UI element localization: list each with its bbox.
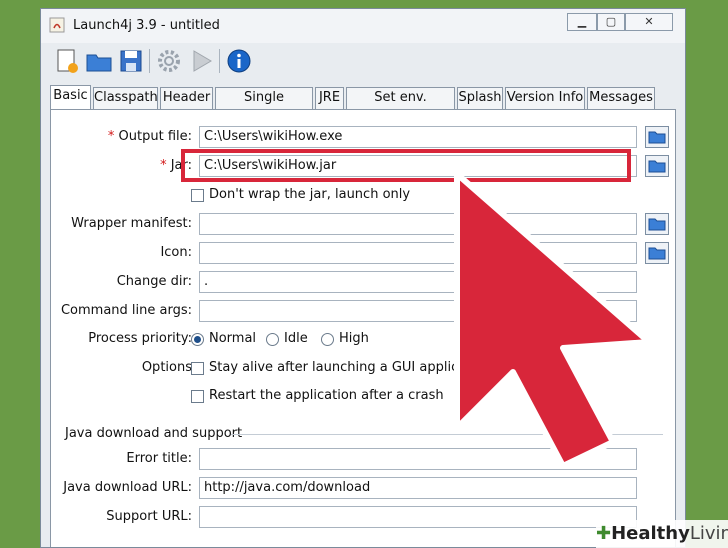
stay-alive-checkbox[interactable]: [191, 362, 204, 375]
basic-panel: * Output file: C:\Users\wikiHow.exe * Ja…: [50, 109, 676, 547]
tab-single-instance[interactable]: Single instance: [215, 87, 313, 125]
wrapper-manifest-field[interactable]: [199, 213, 637, 235]
tab-jre[interactable]: JRE: [315, 87, 344, 109]
error-title-field[interactable]: [199, 448, 637, 470]
browse-output-button[interactable]: [645, 126, 669, 148]
new-file-icon[interactable]: [53, 47, 81, 75]
close-button[interactable]: ✕: [625, 13, 673, 31]
change-dir-label: Change dir:: [116, 274, 192, 289]
maximize-icon: ▢: [605, 15, 617, 28]
priority-high-label: High: [339, 331, 369, 346]
icon-label: Icon:: [160, 245, 192, 260]
toolbar-separator: [149, 49, 150, 73]
healthy-living-watermark: ✚HealthyLiving: [596, 520, 728, 548]
jar-label: * Jar:: [160, 158, 192, 173]
open-folder-icon: [648, 218, 666, 231]
leaf-icon: ✚: [596, 523, 612, 544]
save-icon[interactable]: [117, 47, 145, 75]
watermark-suffix: Living: [689, 523, 728, 544]
java-download-url-label: Java download URL:: [63, 480, 192, 495]
app-icon: [49, 17, 65, 33]
maximize-button[interactable]: ▢: [597, 13, 625, 31]
minimize-button[interactable]: ▁: [567, 13, 597, 31]
support-url-label: Support URL:: [106, 509, 192, 524]
options-label: Options: [141, 360, 192, 375]
tab-basic[interactable]: Basic: [50, 85, 91, 109]
launch4j-window: Launch4j 3.9 - untitled ▁ ▢ ✕ Basic Clas…: [40, 8, 686, 548]
priority-normal-label: Normal: [209, 331, 257, 346]
tab-classpath[interactable]: Classpath: [93, 87, 158, 109]
command-line-args-label: Command line args:: [60, 303, 192, 318]
info-icon[interactable]: [225, 47, 253, 75]
watermark-brand: Healthy: [611, 523, 690, 544]
tab-messages[interactable]: Messages: [587, 87, 655, 109]
tab-header[interactable]: Header: [160, 87, 213, 109]
priority-idle-label: Idle: [284, 331, 308, 346]
priority-high-radio[interactable]: [321, 333, 334, 346]
dont-wrap-checkbox[interactable]: [191, 189, 204, 202]
browse-jar-button[interactable]: [645, 155, 669, 177]
open-folder-icon[interactable]: [85, 47, 113, 75]
section-divider: [231, 434, 663, 435]
change-dir-field[interactable]: .: [199, 271, 637, 293]
error-title-label: Error title:: [126, 451, 192, 466]
close-icon: ✕: [644, 15, 654, 28]
restart-checkbox[interactable]: [191, 390, 204, 403]
process-priority-label: Process priority:: [88, 331, 192, 346]
restart-label: Restart the application after a crash: [209, 388, 444, 403]
browse-manifest-button[interactable]: [645, 213, 669, 235]
browse-icon-button[interactable]: [645, 242, 669, 264]
open-folder-icon: [648, 160, 666, 173]
play-icon[interactable]: [187, 47, 215, 75]
toolbar: [41, 43, 685, 81]
minimize-icon: ▁: [577, 15, 587, 28]
java-section-title: Java download and support: [65, 426, 243, 441]
priority-normal-radio[interactable]: [191, 333, 204, 346]
wrapper-manifest-label: Wrapper manifest:: [71, 216, 192, 231]
dont-wrap-label: Don't wrap the jar, launch only: [209, 187, 411, 202]
java-download-url-field[interactable]: http://java.com/download: [199, 477, 637, 499]
tab-set-env-variables[interactable]: Set env. variables: [346, 87, 455, 125]
support-url-field[interactable]: [199, 506, 637, 528]
jar-field[interactable]: C:\Users\wikiHow.jar: [199, 155, 637, 177]
toolbar-separator: [219, 49, 220, 73]
open-folder-icon: [648, 247, 666, 260]
title-bar: Launch4j 3.9 - untitled ▁ ▢ ✕: [41, 9, 685, 43]
gear-icon[interactable]: [155, 47, 183, 75]
output-file-field[interactable]: C:\Users\wikiHow.exe: [199, 126, 637, 148]
stay-alive-label: Stay alive after launching a GUI applica…: [209, 360, 492, 375]
tab-splash[interactable]: Splash: [457, 87, 503, 109]
open-folder-icon: [648, 131, 666, 144]
tab-version-info[interactable]: Version Info: [505, 87, 585, 109]
window-title: Launch4j 3.9 - untitled: [73, 18, 220, 33]
icon-field[interactable]: [199, 242, 637, 264]
output-file-label: * Output file:: [107, 129, 192, 144]
priority-idle-radio[interactable]: [266, 333, 279, 346]
command-line-args-field[interactable]: [199, 300, 637, 322]
